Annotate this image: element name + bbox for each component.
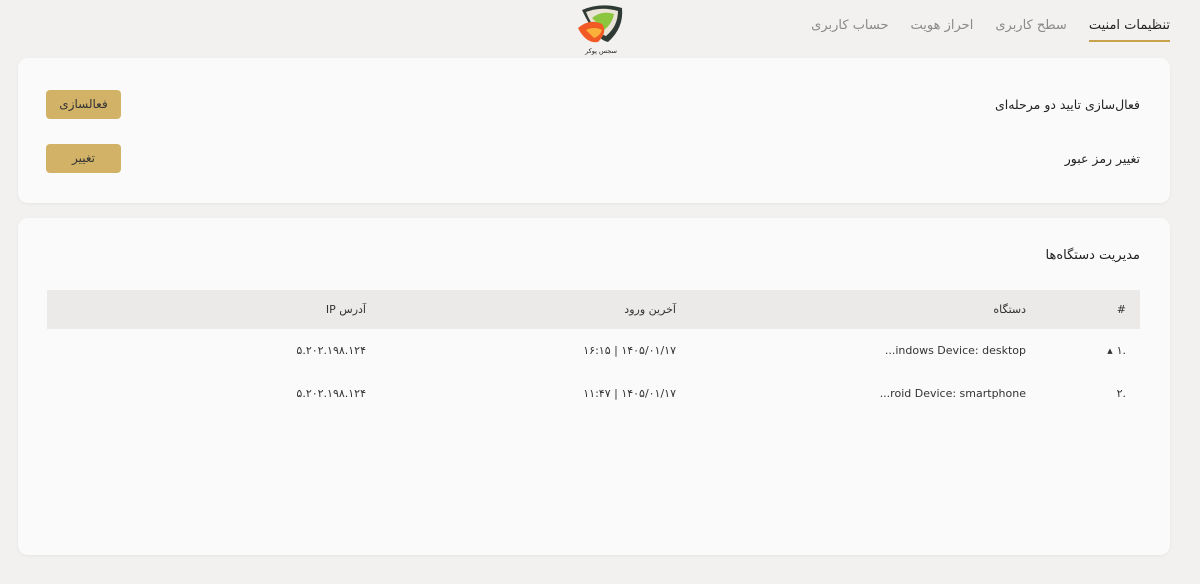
row-number: .۲ [1116,387,1126,400]
device-cell: ...roid Device: smartphone [806,372,1096,415]
ip-address: ۵.۲۰۲.۱۹۸.۱۲۴ [296,344,366,357]
table-row[interactable]: .۲ ...roid Device: smartphone ۱۴۰۵/۰۱/۱۷… [47,372,1140,415]
column-header-device: دستگاه [993,303,1026,316]
devices-table: # دستگاه آخرین ورود آدرس IP .۱ ▲ ...indo… [47,290,1140,415]
ip-cell: ۵.۲۰۲.۱۹۸.۱۲۴ [47,372,476,415]
password-row: تغییر رمز عبور تغییر [46,143,1140,173]
tab-bar: حساب کاربری احراز هویت سطح کاربری تنظیما… [811,10,1170,42]
ip-cell: ۵.۲۰۲.۱۹۸.۱۲۴ [47,329,476,372]
tab-verification[interactable]: احراز هویت [911,10,974,42]
column-header-last-login: آخرین ورود [624,303,676,316]
ip-header-text: آدرس IP [325,303,366,316]
last-login-cell: ۱۴۰۵/۰۱/۱۷ | ۱۶:۱۵ [476,329,806,372]
two-factor-label: فعال‌سازی تایید دو مرحله‌ای [994,96,1140,112]
caret-up-icon[interactable]: ▲ [1107,347,1112,355]
tab-security-settings[interactable]: تنظیمات امنیت [1088,10,1170,42]
security-settings-card: فعال‌سازی تایید دو مرحله‌ای فعالسازی تغی… [18,58,1170,203]
password-label: تغییر رمز عبور [1064,150,1140,166]
row-number: .۱ [1116,344,1126,357]
table-row[interactable]: .۱ ▲ ...indows Device: desktop ۱۴۰۵/۰۱/۱… [47,329,1140,372]
logo-text: سجس پوکر [584,47,617,55]
last-login: ۱۴۰۵/۰۱/۱۷ | ۱۶:۱۵ [583,344,676,357]
tab-user-level[interactable]: سطح کاربری [995,10,1066,42]
tab-account[interactable]: حساب کاربری [811,10,888,42]
device-cell: ...indows Device: desktop [806,329,1096,372]
column-header-ip: آدرس IP [47,290,476,329]
row-number-cell: .۱ ▲ [1096,329,1140,372]
device-management-title: مدیریت دستگاه‌ها [1045,248,1140,263]
last-login-cell: ۱۴۰۵/۰۱/۱۷ | ۱۱:۴۷ [476,372,806,415]
change-password-button[interactable]: تغییر [46,143,121,173]
ip-address: ۵.۲۰۲.۱۹۸.۱۲۴ [296,387,366,400]
device-name: ...roid Device: smartphone [879,387,1026,400]
table-header-row: # دستگاه آخرین ورود آدرس IP [47,290,1140,329]
last-login: ۱۴۰۵/۰۱/۱۷ | ۱۱:۴۷ [583,387,676,400]
two-factor-row: فعال‌سازی تایید دو مرحله‌ای فعالسازی [46,89,1140,119]
brand-logo[interactable]: سجس پوکر [572,2,630,56]
row-number-cell: .۲ [1096,372,1140,415]
device-name: ...indows Device: desktop [884,344,1026,357]
device-management-card: مدیریت دستگاه‌ها # دستگاه آخرین ورود آدر… [18,218,1170,555]
top-navigation: حساب کاربری احراز هویت سطح کاربری تنظیما… [0,0,1200,58]
column-header-number: # [1116,303,1126,316]
activate-two-factor-button[interactable]: فعالسازی [46,89,121,119]
